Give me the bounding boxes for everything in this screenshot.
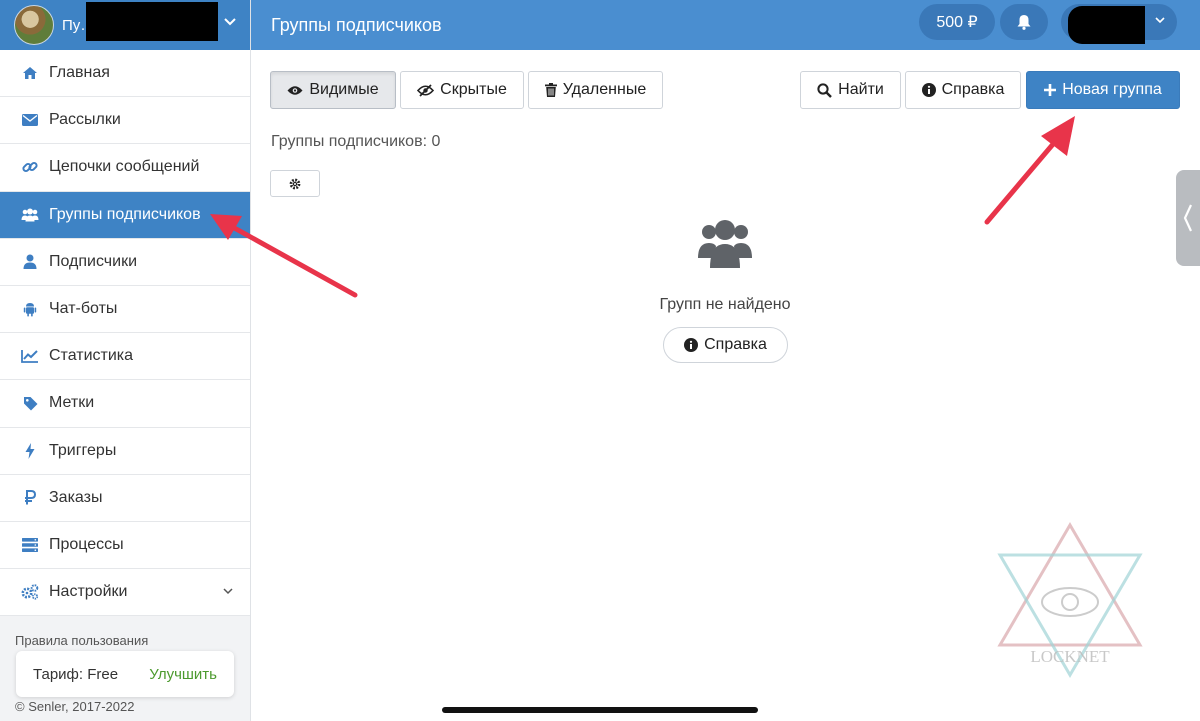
- copyright: © Senler, 2017-2022: [15, 699, 135, 714]
- envelope-icon: [21, 111, 39, 129]
- tab-visible-label: Видимые: [309, 81, 379, 98]
- sidebar-item-triggers[interactable]: Триггеры: [0, 428, 250, 475]
- sidebar-item-label: Подписчики: [49, 252, 138, 270]
- new-group-button[interactable]: Новая группа: [1026, 71, 1180, 109]
- redaction-box: [86, 2, 218, 41]
- sidebar-item-chains[interactable]: Цепочки сообщений: [0, 144, 250, 192]
- sidebar-item-orders[interactable]: Заказы: [0, 475, 250, 522]
- sidebar-item-label: Настройки: [49, 583, 128, 601]
- info-circle-icon: [921, 83, 936, 97]
- empty-help-button[interactable]: Справка: [663, 327, 788, 363]
- users-icon: [698, 220, 752, 268]
- sidebar-item-label: Главная: [49, 64, 110, 82]
- sidebar-item-statistics[interactable]: Статистика: [0, 333, 250, 381]
- help-button[interactable]: Справка: [905, 71, 1021, 109]
- tab-deleted-label: Удаленные: [562, 81, 647, 98]
- sidebar: Пу… ме… Главная Рассылки Цепочки сообщен…: [0, 0, 251, 721]
- side-panel-handle[interactable]: [1176, 170, 1200, 266]
- sidebar-item-home[interactable]: Главная: [0, 50, 250, 98]
- sidebar-item-label: Группы подписчиков: [49, 205, 201, 223]
- sidebar-item-processes[interactable]: Процессы: [0, 522, 250, 570]
- tag-icon: [21, 394, 39, 412]
- sidebar-header[interactable]: Пу… ме…: [0, 0, 250, 50]
- sidebar-item-label: Заказы: [49, 488, 103, 506]
- chevron-down-icon[interactable]: [222, 585, 234, 597]
- gear-icon: [289, 178, 301, 189]
- tariff-card: Тариф: Free Улучшить: [16, 651, 234, 697]
- eye-icon: [287, 85, 303, 95]
- chevron-left-icon: [1183, 204, 1192, 232]
- sidebar-item-label: Процессы: [49, 535, 124, 553]
- page-title: Группы подписчиков: [271, 14, 442, 35]
- new-group-button-label: Новая группа: [1062, 81, 1162, 98]
- info-circle-icon: [684, 338, 699, 352]
- server-icon: [21, 536, 39, 554]
- trash-icon: [544, 83, 557, 97]
- home-icon: [21, 64, 39, 82]
- sidebar-item-label: Статистика: [49, 347, 134, 365]
- plus-icon: [1044, 84, 1057, 96]
- annotation-arrow: [984, 116, 1075, 225]
- tab-visible[interactable]: Видимые: [270, 71, 396, 109]
- chevron-down-icon[interactable]: [1153, 13, 1167, 27]
- terms-link[interactable]: Правила пользования: [15, 633, 148, 648]
- sidebar-item-mailings[interactable]: Рассылки: [0, 97, 250, 145]
- tab-hidden[interactable]: Скрытые: [400, 71, 524, 109]
- upgrade-link[interactable]: Улучшить: [149, 666, 217, 683]
- sidebar-item-label: Триггеры: [49, 441, 117, 459]
- eye-slash-icon: [417, 83, 435, 97]
- bolt-icon: [21, 442, 39, 460]
- user-icon: [21, 253, 39, 271]
- top-bar: Группы подписчиков 500 ₽: [251, 0, 1200, 50]
- groups-count: Группы подписчиков: 0: [271, 133, 441, 150]
- tab-hidden-label: Скрытые: [440, 81, 507, 98]
- empty-state-text: Групп не найдено: [659, 296, 791, 313]
- bell-icon: [1017, 15, 1031, 30]
- find-button-label: Найти: [838, 81, 884, 98]
- android-icon: [21, 300, 39, 318]
- watermark-text: LOCKNET: [1030, 647, 1110, 666]
- notifications-button[interactable]: [1000, 4, 1048, 40]
- home-indicator[interactable]: [442, 707, 758, 713]
- sidebar-item-tags[interactable]: Метки: [0, 380, 250, 428]
- link-icon: [21, 158, 39, 176]
- sidebar-item-label: Метки: [49, 394, 95, 412]
- search-icon: [817, 82, 833, 98]
- balance-badge[interactable]: 500 ₽: [919, 4, 995, 40]
- sidebar-item-settings[interactable]: Настройки: [0, 569, 250, 617]
- sidebar-item-label: Чат-боты: [49, 300, 118, 318]
- tariff-label: Тариф: Free: [33, 665, 119, 683]
- find-button[interactable]: Найти: [800, 71, 901, 109]
- annotation-arrow: [210, 214, 358, 298]
- empty-help-label: Справка: [704, 336, 767, 353]
- sidebar-item-label: Рассылки: [49, 111, 121, 129]
- users-icon: [21, 206, 39, 224]
- watermark-logo: LOCKNET: [997, 522, 1143, 678]
- cogs-icon: [21, 583, 39, 601]
- ruble-icon: [21, 489, 39, 507]
- sidebar-user-name: Пу… ме…: [62, 16, 86, 34]
- help-button-label: Справка: [941, 81, 1005, 98]
- line-chart-icon: [21, 347, 39, 365]
- sidebar-menu: Главная Рассылки Цепочки сообщений Групп…: [0, 50, 250, 617]
- sidebar-item-label: Цепочки сообщений: [49, 158, 200, 176]
- chevron-down-icon[interactable]: [222, 13, 238, 29]
- redaction-box: [1068, 6, 1145, 44]
- avatar[interactable]: [14, 5, 54, 45]
- tab-deleted[interactable]: Удаленные: [528, 71, 663, 109]
